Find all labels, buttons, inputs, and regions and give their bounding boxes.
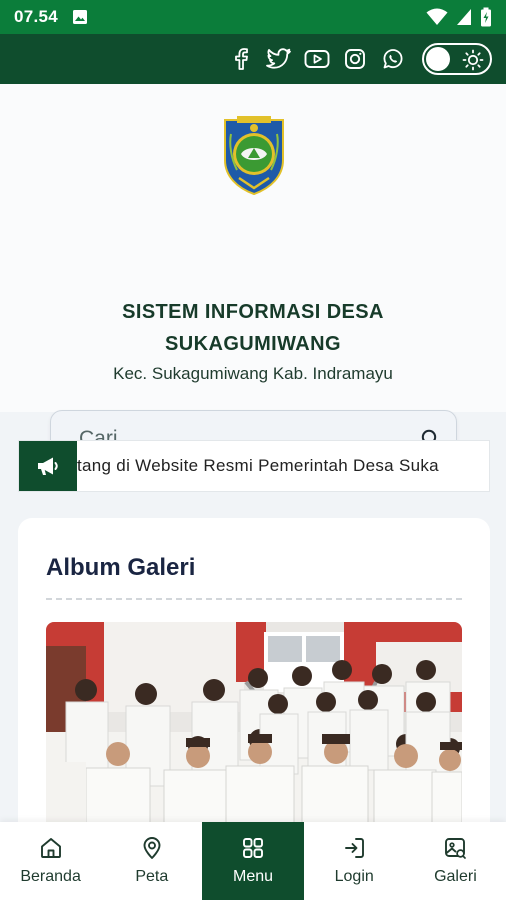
grid-icon	[243, 838, 263, 858]
announcement-ticker: tang di Website Resmi Pemerintah Desa Su…	[18, 440, 490, 492]
nav-item-menu[interactable]: Menu	[202, 822, 304, 900]
twitter-icon[interactable]	[266, 46, 292, 72]
site-title-line1: SISTEM INFORMASI DESA	[122, 301, 384, 323]
signal-icon	[457, 9, 471, 25]
gallery-photo[interactable]	[46, 622, 462, 848]
site-title: SISTEM INFORMASI DESA SUKAGUMIWANG	[0, 296, 506, 360]
gallery-icon	[445, 838, 467, 859]
wifi-icon	[426, 8, 448, 25]
album-gallery-card: Album Galeri	[18, 518, 490, 848]
toggle-knob	[426, 47, 450, 71]
bottom-nav: Beranda Peta Menu Login Galeri	[0, 822, 506, 900]
status-right	[426, 7, 492, 27]
nav-label-peta: Peta	[135, 868, 169, 885]
gallery-notification-icon	[73, 10, 88, 24]
site-title-line2: SUKAGUMIWANG	[165, 333, 341, 355]
megaphone-icon	[19, 441, 77, 491]
hero-section: SISTEM INFORMASI DESA SUKAGUMIWANG Kec. …	[0, 84, 506, 468]
gallery-title: Album Galeri	[46, 554, 196, 581]
login-icon	[345, 838, 365, 858]
top-header	[0, 34, 506, 84]
status-time: 07.54	[14, 7, 59, 26]
battery-icon	[481, 7, 491, 27]
divider	[46, 598, 462, 600]
nav-label-beranda: Beranda	[20, 868, 81, 885]
status-bar: 07.54	[0, 0, 506, 34]
nav-item-beranda[interactable]: Beranda	[0, 822, 101, 900]
nav-item-peta[interactable]: Peta	[101, 822, 202, 900]
nav-label-galeri: Galeri	[434, 868, 477, 885]
ticker-text: tang di Website Resmi Pemerintah Desa Su…	[77, 456, 439, 475]
nav-item-galeri[interactable]: Galeri	[405, 822, 506, 900]
theme-toggle[interactable]	[422, 43, 492, 75]
whatsapp-icon[interactable]	[380, 46, 406, 72]
indramayu-logo	[224, 116, 284, 196]
sun-icon	[462, 49, 484, 71]
youtube-icon[interactable]	[304, 46, 330, 72]
site-subtitle: Kec. Sukagumiwang Kab. Indramayu	[113, 364, 393, 383]
nav-label-menu: Menu	[232, 868, 274, 885]
nav-label-login: Login	[334, 868, 374, 885]
instagram-icon[interactable]	[342, 46, 368, 72]
facebook-icon[interactable]	[228, 46, 254, 72]
nav-item-login[interactable]: Login	[304, 822, 405, 900]
home-icon	[40, 838, 61, 858]
map-pin-icon	[143, 837, 161, 859]
